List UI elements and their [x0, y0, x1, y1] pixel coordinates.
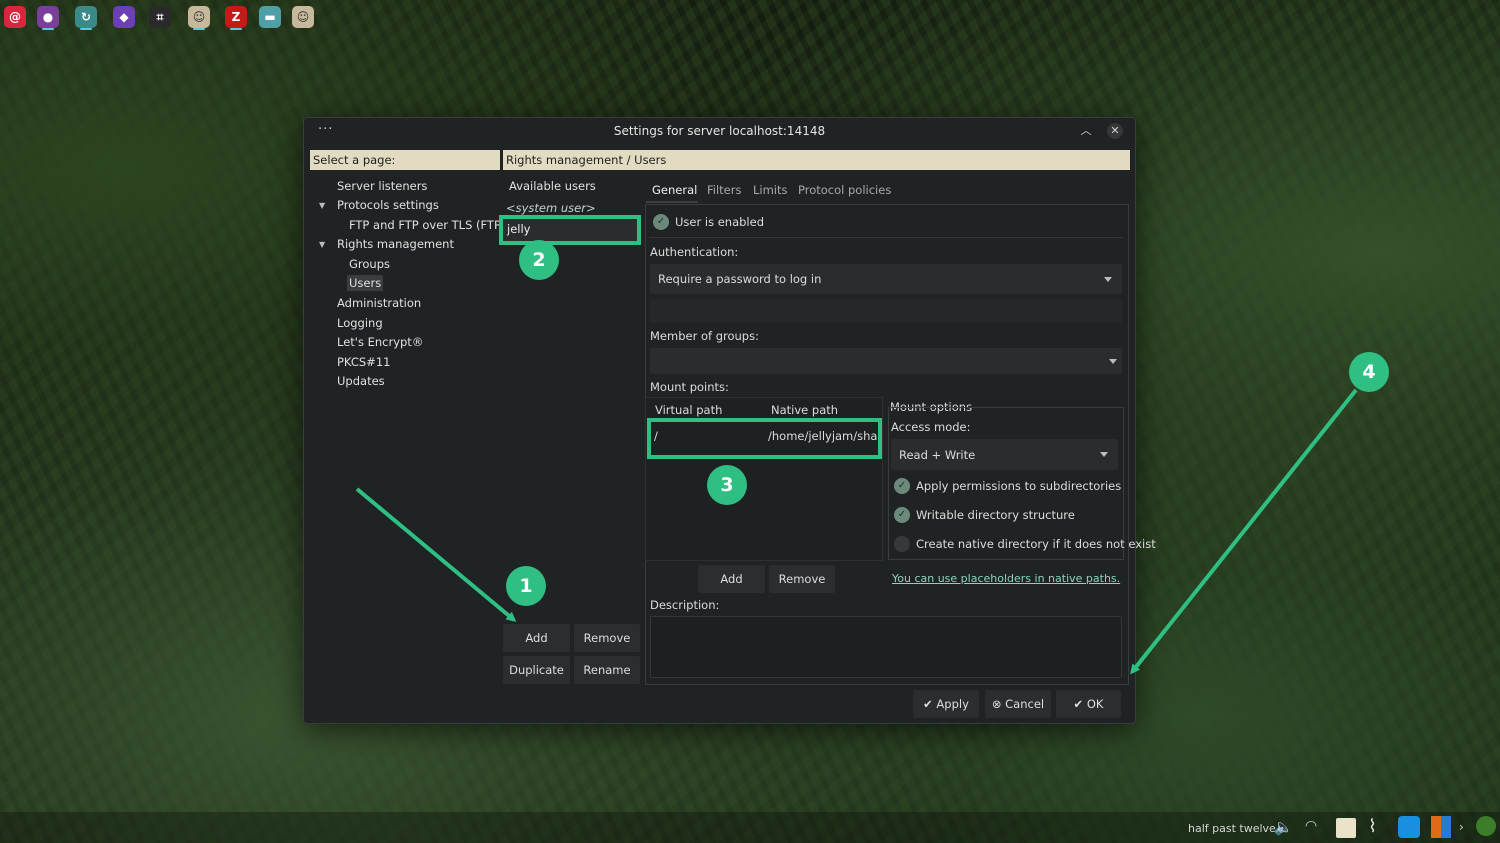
cat-icon-2[interactable]: ☺ [292, 6, 314, 28]
active-indicator [193, 28, 205, 30]
wifi-icon[interactable]: ◠ [1305, 818, 1317, 834]
annotation-badge-4: 4 [1349, 352, 1389, 392]
screenshot-icon[interactable]: ⌗ [149, 6, 171, 28]
filezilla-icon[interactable]: Z [225, 6, 247, 28]
active-indicator [42, 28, 54, 30]
annotation-arrow-4 [1130, 388, 1358, 675]
obsidian-icon[interactable]: ◆ [113, 6, 135, 28]
xampp-icon[interactable] [1431, 816, 1451, 838]
chevron-right-icon[interactable]: › [1459, 820, 1464, 834]
annotation-badge-3: 3 [707, 465, 747, 505]
annotation-arrow-1 [355, 487, 517, 622]
firefox-icon[interactable]: ● [37, 6, 59, 28]
cat-icon[interactable]: ☺ [188, 6, 210, 28]
sync-app-icon[interactable] [1398, 816, 1420, 838]
active-indicator [230, 28, 242, 30]
active-indicator [80, 28, 92, 30]
clock[interactable]: half past twelve [1188, 822, 1276, 835]
paperclip-icon[interactable]: ⌇ [1368, 816, 1377, 837]
debian-icon[interactable]: @ [4, 6, 26, 28]
annotation-arrows [355, 388, 1358, 675]
volume-icon[interactable]: 🔈 [1274, 818, 1293, 836]
sync-icon[interactable]: ↻ [75, 6, 97, 28]
power-icon[interactable] [1476, 816, 1496, 836]
files-icon[interactable]: ▬ [259, 6, 281, 28]
notes-icon[interactable] [1336, 818, 1356, 838]
annotation-badge-1: 1 [506, 566, 546, 606]
annotation-badge-2: 2 [519, 240, 559, 280]
